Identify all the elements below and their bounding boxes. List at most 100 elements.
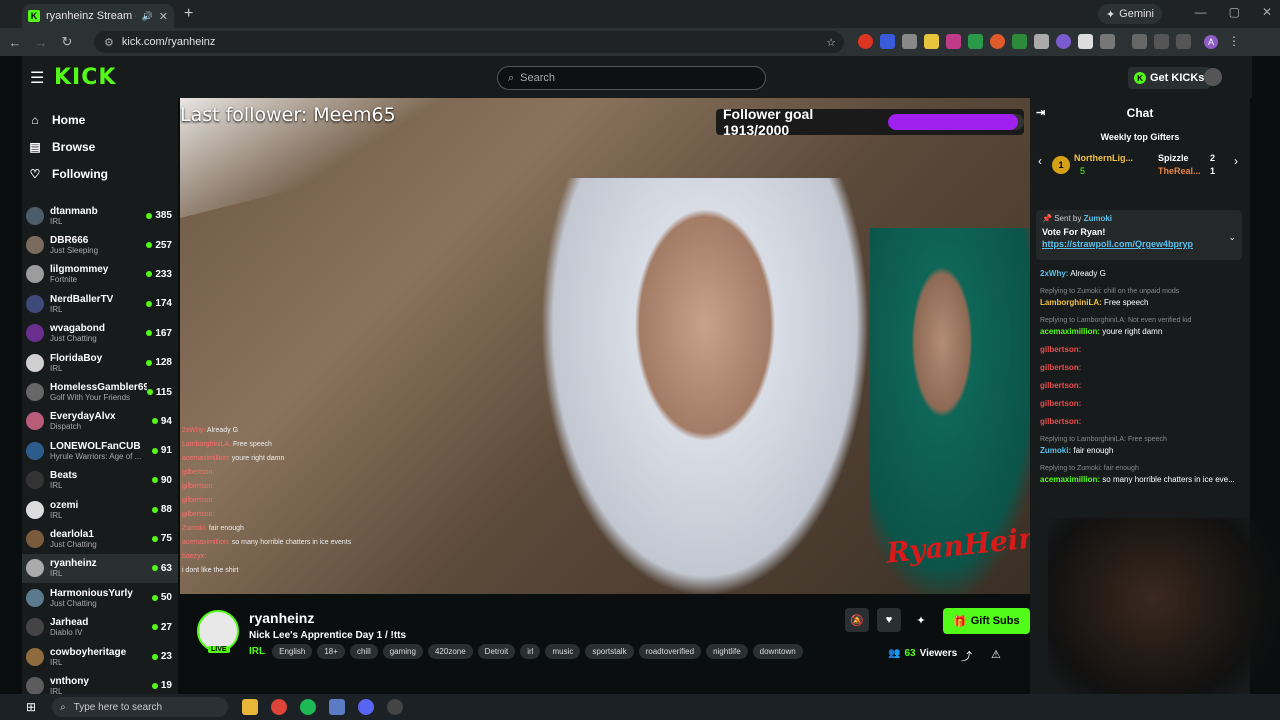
notifications-off-icon[interactable]: 🔕 xyxy=(845,608,869,632)
expand-chevron-icon[interactable]: ⌄ xyxy=(1228,232,1236,243)
nav-following[interactable]: ♡ Following xyxy=(22,160,178,187)
sidebar-channel[interactable]: cowboyheritage IRL 23 xyxy=(22,642,178,671)
sidebar-channel[interactable]: wvagabond Just Chatting 167 xyxy=(22,319,178,348)
sparkle-icon[interactable]: ✦ xyxy=(909,608,933,632)
discord-icon[interactable] xyxy=(358,699,375,715)
app-icon[interactable] xyxy=(329,699,346,715)
forward-icon[interactable]: → xyxy=(30,35,52,50)
stream-tag[interactable]: gaming xyxy=(382,644,423,659)
sidebar-channel[interactable]: EverydayAlvx Dispatch 94 xyxy=(22,407,178,436)
chat-username[interactable]: acemaximillion: xyxy=(1040,327,1100,336)
pinned-link[interactable]: https://strawpoll.com/Qrgew4bpryp xyxy=(1042,239,1236,249)
follow-heart-icon[interactable]: ♥ xyxy=(877,608,901,632)
minimize-icon[interactable]: — xyxy=(1195,5,1207,19)
extension-icon[interactable] xyxy=(1012,34,1027,49)
extension-icon[interactable] xyxy=(1078,34,1093,49)
gemini-button[interactable]: ✦ Gemini xyxy=(1097,4,1162,24)
sidebar-channel[interactable]: ryanheinz IRL 63 xyxy=(22,553,178,584)
nav-browse[interactable]: ▤ Browse xyxy=(22,133,178,160)
spotify-icon[interactable] xyxy=(300,699,317,715)
extension-icon[interactable] xyxy=(924,34,939,49)
sidebar-channel[interactable]: DBR666 Just Sleeping 257 xyxy=(22,230,178,259)
stream-tag[interactable]: roadtoverified xyxy=(638,644,702,659)
get-kicks-button[interactable]: K Get KICKs xyxy=(1128,67,1211,89)
stream-tag[interactable]: nightlife xyxy=(706,644,748,659)
share-icon[interactable]: ⤴ xyxy=(961,648,972,664)
extension-icon[interactable] xyxy=(1154,34,1169,49)
sidebar-channel[interactable]: dtanmanb IRL 385 xyxy=(22,201,178,230)
extension-icon[interactable] xyxy=(880,34,895,49)
bookmark-star-icon[interactable]: ☆ xyxy=(826,36,836,49)
next-gifter-icon[interactable]: › xyxy=(1234,154,1238,168)
gifter-name[interactable]: NorthernLig... xyxy=(1074,153,1133,163)
gifter-name[interactable]: Spizzle xyxy=(1158,153,1189,163)
taskbar-search[interactable]: ⌕ Type here to search xyxy=(52,697,229,717)
reload-icon[interactable]: ↻ xyxy=(56,34,78,50)
user-avatar[interactable] xyxy=(1204,68,1222,86)
chat-username[interactable]: Zumoki: xyxy=(1040,446,1071,455)
gifter-name[interactable]: TheReal... xyxy=(1158,166,1201,176)
sidebar-channel[interactable]: Beats IRL 90 xyxy=(22,466,178,495)
report-icon[interactable]: ⚠ xyxy=(991,648,1001,661)
sidebar-channel[interactable]: NerdBallerTV IRL 174 xyxy=(22,289,178,318)
extension-icon[interactable] xyxy=(1176,34,1191,49)
chat-username[interactable]: acemaximillion: xyxy=(1040,475,1100,484)
stream-tag[interactable]: chill xyxy=(349,644,378,659)
prev-gifter-icon[interactable]: ‹ xyxy=(1038,154,1042,168)
chat-username[interactable]: gilbertson: xyxy=(1040,381,1081,390)
chat-username[interactable]: gilbertson: xyxy=(1040,417,1081,426)
chat-username[interactable]: gilbertson: xyxy=(1040,399,1081,408)
sidebar-channel[interactable]: HarmoniousYurly Just Chatting 50 xyxy=(22,583,178,612)
stream-category[interactable]: IRL xyxy=(249,646,265,657)
address-bar[interactable]: ⚙ kick.com/ryanheinz ☆ xyxy=(94,31,844,53)
extension-icon[interactable] xyxy=(902,34,917,49)
extension-icon[interactable] xyxy=(968,34,983,49)
kick-logo[interactable]: KICK xyxy=(54,65,116,90)
extensions-puzzle-icon[interactable] xyxy=(1100,34,1115,49)
close-tab-icon[interactable]: ✕ xyxy=(159,10,168,23)
profile-avatar[interactable]: A xyxy=(1204,35,1218,49)
stream-tag[interactable]: English xyxy=(272,644,313,659)
close-window-icon[interactable]: ✕ xyxy=(1262,5,1272,19)
extension-icon[interactable] xyxy=(858,34,873,49)
file-explorer-icon[interactable] xyxy=(242,699,259,715)
stream-tag[interactable]: 18+ xyxy=(317,644,345,659)
stream-tag[interactable]: irl xyxy=(520,644,541,659)
extension-icon[interactable] xyxy=(990,34,1005,49)
stream-tag[interactable]: Detroit xyxy=(477,644,516,659)
sidebar-channel[interactable]: dearlola1 Just Chatting 75 xyxy=(22,524,178,553)
sidebar-channel[interactable]: ozemi IRL 88 xyxy=(22,495,178,524)
windows-start-icon[interactable]: ⊞ xyxy=(26,700,36,714)
extension-icon[interactable] xyxy=(1056,34,1071,49)
sidebar-channel[interactable]: LONEWOLFanCUB Hyrule Warriors: Age of ...… xyxy=(22,436,178,465)
sidebar-channel[interactable]: vnthony IRL 19 xyxy=(22,671,178,694)
video-player[interactable]: Last follower: Meem65 Follower goal 1913… xyxy=(180,98,1030,594)
sidebar-channel[interactable]: FloridaBoy IRL 128 xyxy=(22,348,178,377)
speaker-icon[interactable]: 🔊 xyxy=(142,11,153,22)
hamburger-menu-icon[interactable]: ☰ xyxy=(30,68,44,88)
back-icon[interactable]: ← xyxy=(4,35,26,50)
maximize-icon[interactable]: ▢ xyxy=(1229,5,1240,19)
extension-icon[interactable] xyxy=(946,34,961,49)
stream-tag[interactable]: sportstalk xyxy=(585,644,634,659)
sidebar-channel[interactable]: Jarhead Diablo IV 27 xyxy=(22,612,178,641)
site-info-icon[interactable]: ⚙ xyxy=(104,36,114,49)
browser-tab[interactable]: K ryanheinz Stream - Watch L 🔊 ✕ xyxy=(22,4,174,28)
stream-tag[interactable]: downtown xyxy=(752,644,803,659)
obs-icon[interactable] xyxy=(387,699,404,715)
collapse-chat-icon[interactable]: ⇥ xyxy=(1036,106,1045,119)
sidebar-channel[interactable]: HomelessGambler69 Golf With Your Friends 1… xyxy=(22,377,178,406)
chat-username[interactable]: gilbertson: xyxy=(1040,345,1081,354)
new-tab-button[interactable]: + xyxy=(184,5,193,23)
channel-name[interactable]: ryanheinz xyxy=(249,610,314,626)
chrome-icon[interactable] xyxy=(271,699,288,715)
nav-home[interactable]: ⌂ Home xyxy=(22,106,178,133)
chat-username[interactable]: gilbertson: xyxy=(1040,363,1081,372)
gift-subs-button[interactable]: 🎁 Gift Subs xyxy=(943,608,1030,634)
stream-tag[interactable]: 420zone xyxy=(427,644,473,659)
sidebar-channel[interactable]: lilgmommey Fortnite 233 xyxy=(22,260,178,289)
stream-tag[interactable]: music xyxy=(545,644,581,659)
search-input[interactable]: ⌕ Search xyxy=(497,66,766,90)
sidepanel-icon[interactable] xyxy=(1132,34,1147,49)
chat-username[interactable]: 2xWhy: xyxy=(1040,269,1068,278)
